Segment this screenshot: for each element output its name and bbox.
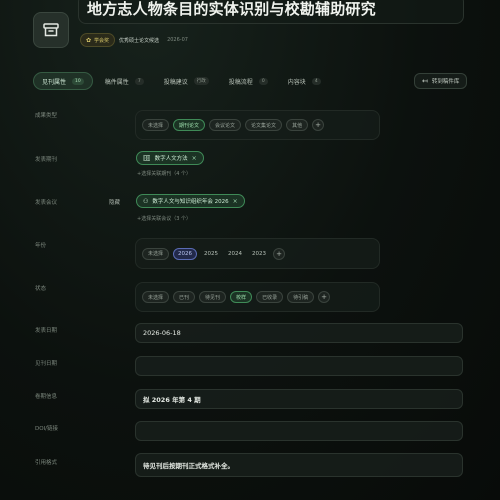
tab-count: 行政 [193, 77, 209, 85]
online-date-label: 见刊日期 [35, 361, 58, 367]
year-selector: 未选择 2026 2025 2024 2023 + [135, 238, 380, 269]
journal-tag[interactable]: 🗄 数字人文方法 × [136, 151, 204, 165]
tab-label: 稿件属性 [104, 78, 129, 86]
tab-count: 0 [258, 77, 268, 85]
issue-info-input[interactable]: 拟 2026 年第 4 期 [135, 389, 463, 409]
chip-proceedings-paper[interactable]: 论文集论文 [245, 119, 283, 131]
conference-tag[interactable]: ⚇ 数字人文与知识组织年会 2026 × [136, 194, 245, 208]
tab-label: 内容块 [287, 78, 306, 86]
arrow-left-icon: ↤ [422, 77, 428, 85]
chip-status-indexed[interactable]: 已收录 [256, 291, 284, 303]
chip-conference-paper[interactable]: 会议论文 [209, 119, 242, 131]
page-title: 地方志人物条目的实体识别与校勘辅助研究 [87, 0, 376, 18]
add-year-button[interactable]: + [273, 247, 286, 260]
chip-status-pending[interactable]: 待见刊 [199, 291, 227, 303]
tab-bar: 见刊属性 10 稿件属性 7 投稿建议 行政 投稿流程 0 内容块 4 [33, 72, 329, 90]
publish-date-input[interactable]: 2026-06-18 [135, 323, 463, 343]
tab-submission-flow[interactable]: 投稿流程 0 [221, 72, 276, 90]
tab-publish-attributes[interactable]: 见刊属性 10 [33, 72, 93, 90]
chip-year-2025[interactable]: 2025 [201, 248, 221, 260]
result-type-label: 成果类型 [35, 113, 58, 119]
archive-icon [33, 12, 69, 48]
tab-label: 见刊属性 [42, 78, 67, 86]
tab-submission-advice[interactable]: 投稿建议 行政 [156, 72, 217, 90]
tab-label: 投稿流程 [228, 78, 253, 86]
result-type-selector: 未选择 期刊论文 会议论文 论文集论文 其他 + [135, 110, 380, 140]
citation-label: 引用格式 [35, 460, 58, 466]
chip-year-2023[interactable]: 2023 [249, 248, 269, 260]
network-icon: ⚇ [143, 197, 149, 205]
add-type-button[interactable]: + [312, 119, 325, 131]
journal-label: 发表期刊 [35, 157, 58, 163]
add-status-button[interactable]: + [318, 291, 331, 303]
chip-status-proof[interactable]: 校样 [230, 291, 253, 303]
tab-manuscript-attributes[interactable]: 稿件属性 7 [97, 72, 152, 90]
chip-year-2026[interactable]: 2026 [173, 247, 198, 260]
badge-date: 2026-07 [167, 37, 188, 43]
tab-count: 10 [72, 77, 84, 85]
conference-hint[interactable]: +选择关联会议（3 个） [137, 215, 191, 222]
tab-count: 4 [311, 77, 321, 85]
award-icon: ✿ [86, 36, 92, 44]
issue-info-label: 卷期信息 [35, 394, 58, 400]
badge-text: 优秀硕士论文候选 [119, 37, 160, 44]
goto-label: 转到稿件库 [431, 79, 460, 85]
doi-label: DOI/链接 [35, 426, 59, 432]
chip-status-awaiting[interactable]: 待引稿 [287, 291, 315, 303]
year-label: 年份 [35, 243, 47, 249]
chip-year-unselected[interactable]: 未选择 [142, 247, 170, 260]
badge-row: ✿ 学会奖 优秀硕士论文候选 2026-07 [80, 33, 188, 47]
tab-content-blocks[interactable]: 内容块 4 [280, 72, 329, 90]
journal-tag-label: 数字人文方法 [154, 156, 188, 162]
conference-label: 发表会议 [35, 200, 58, 206]
publish-date-label: 发表日期 [35, 328, 58, 334]
award-label: 学会奖 [94, 37, 110, 44]
goto-library-button[interactable]: ↤ 转到稿件库 [414, 73, 468, 89]
tab-label: 投稿建议 [163, 78, 188, 86]
status-label: 状态 [35, 286, 47, 292]
tab-count: 7 [134, 77, 144, 85]
chip-other[interactable]: 其他 [286, 119, 309, 131]
doi-input[interactable] [135, 421, 463, 441]
chip-unselected[interactable]: 未选择 [142, 119, 170, 131]
status-selector: 未选择 已刊 待见刊 校样 已收录 待引稿 + [135, 282, 380, 312]
online-date-input[interactable] [135, 356, 463, 376]
chip-year-2024[interactable]: 2024 [225, 248, 245, 260]
database-icon: 🗄 [143, 154, 151, 162]
conference-hide-toggle[interactable]: 隐藏 [109, 198, 120, 206]
chip-status-unselected[interactable]: 未选择 [142, 291, 170, 303]
conference-tag-label: 数字人文与知识组织年会 2026 [152, 199, 229, 205]
award-badge: ✿ 学会奖 [80, 33, 116, 47]
chip-journal-article[interactable]: 期刊论文 [173, 119, 206, 131]
remove-icon[interactable]: × [233, 198, 238, 205]
citation-input[interactable]: 待见刊后按期刊正式格式补全。 [135, 453, 463, 477]
journal-hint[interactable]: +选择关联期刊（4 个） [137, 170, 191, 177]
chip-status-published[interactable]: 已刊 [173, 291, 196, 303]
remove-icon[interactable]: × [192, 155, 197, 162]
